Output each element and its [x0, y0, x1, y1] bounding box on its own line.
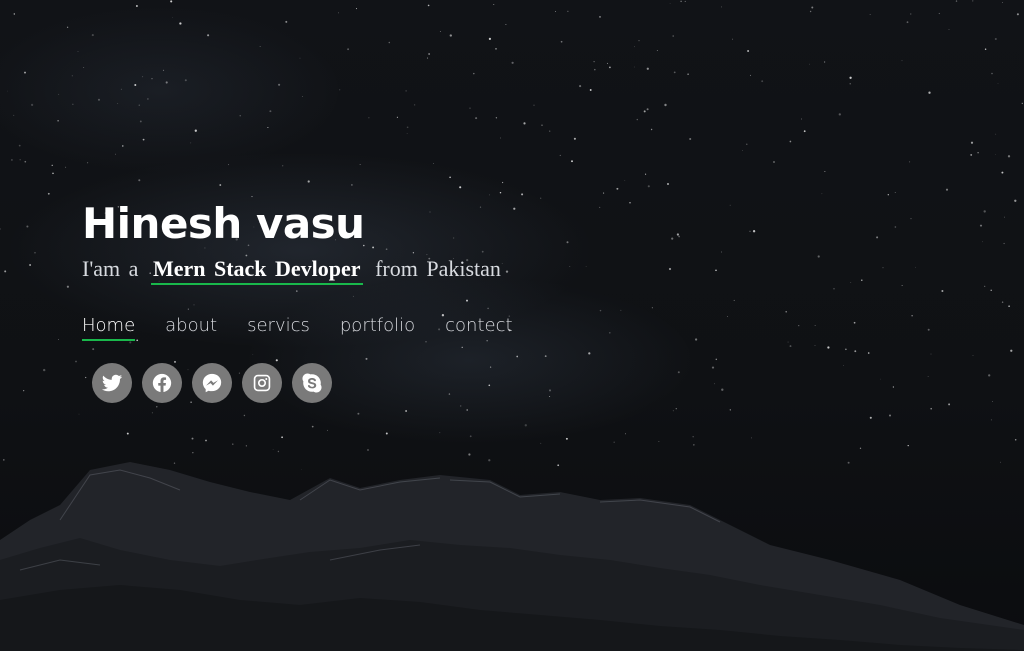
- facebook-button[interactable]: [142, 363, 182, 403]
- role-text: Mern Stack Devloper: [150, 256, 363, 285]
- twitter-icon: [101, 374, 123, 392]
- nav-item-contact[interactable]: contect: [445, 315, 512, 341]
- hero-name: Hinesh vasu: [82, 199, 365, 248]
- main-nav: Home about servics portfolio contect: [82, 315, 513, 341]
- nav-item-home[interactable]: Home: [82, 315, 136, 341]
- hero-content: Hinesh vasu I'am a Mern Stack Devloper f…: [82, 196, 513, 403]
- hero-tagline: I'am a Mern Stack Devloper from Pakistan: [82, 256, 513, 285]
- nav-item-services[interactable]: servics: [247, 315, 310, 341]
- nav-item-about[interactable]: about: [165, 315, 217, 341]
- twitter-button[interactable]: [92, 363, 132, 403]
- hero-section: Hinesh vasu I'am a Mern Stack Devloper f…: [0, 0, 1024, 651]
- skype-button[interactable]: [292, 363, 332, 403]
- skype-icon: [302, 373, 322, 393]
- messenger-icon: [202, 373, 222, 393]
- social-links: [92, 363, 513, 403]
- instagram-button[interactable]: [242, 363, 282, 403]
- instagram-icon: [253, 374, 271, 392]
- tagline-suffix: from Pakistan: [375, 256, 501, 281]
- nav-item-portfolio[interactable]: portfolio: [340, 315, 415, 341]
- facebook-icon: [152, 373, 172, 393]
- messenger-button[interactable]: [192, 363, 232, 403]
- tagline-prefix: I'am a: [82, 256, 139, 281]
